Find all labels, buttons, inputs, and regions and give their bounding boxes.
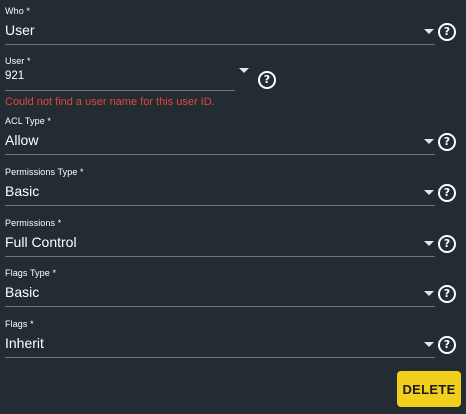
flags-field: Flags * Inherit <box>5 318 435 358</box>
user-error-message: Could not find a user name for this user… <box>5 96 215 108</box>
acl-type-value: Allow <box>5 132 39 148</box>
permissions-type-select[interactable]: Basic <box>5 181 435 206</box>
permissions-type-value: Basic <box>5 183 40 199</box>
acl-type-field: ACL Type * Allow <box>5 115 435 155</box>
chevron-down-icon <box>424 241 434 246</box>
help-icon[interactable]: ? <box>258 71 276 89</box>
chevron-down-icon <box>424 190 434 195</box>
user-label: User * <box>5 56 31 66</box>
permissions-select[interactable]: Full Control <box>5 232 435 257</box>
chevron-down-icon <box>424 139 434 144</box>
chevron-down-icon <box>424 342 434 347</box>
flags-type-select[interactable]: Basic <box>5 282 435 307</box>
chevron-down-icon[interactable] <box>239 68 249 73</box>
user-input-value: 921 <box>5 70 25 82</box>
chevron-down-icon <box>424 29 434 34</box>
flags-select[interactable]: Inherit <box>5 333 435 358</box>
permissions-type-label: Permissions Type * <box>5 167 84 177</box>
help-icon[interactable]: ? <box>438 235 456 253</box>
permissions-value: Full Control <box>5 234 77 250</box>
help-icon[interactable]: ? <box>438 23 456 41</box>
flags-value: Inherit <box>5 335 44 351</box>
flags-type-value: Basic <box>5 284 40 300</box>
who-label: Who * <box>5 6 31 16</box>
help-icon[interactable]: ? <box>438 184 456 202</box>
acl-type-label: ACL Type * <box>5 116 52 126</box>
permissions-field: Permissions * Full Control <box>5 217 435 257</box>
chevron-down-icon <box>424 291 434 296</box>
help-icon[interactable]: ? <box>438 133 456 151</box>
delete-button[interactable]: DELETE <box>397 371 461 407</box>
flags-type-label: Flags Type * <box>5 268 57 278</box>
permissions-label: Permissions * <box>5 218 62 228</box>
user-input[interactable]: 921 <box>5 68 235 91</box>
who-value: User <box>5 22 35 38</box>
permissions-type-field: Permissions Type * Basic <box>5 166 435 206</box>
user-field: User * 921 <box>5 55 235 95</box>
who-select[interactable]: User <box>5 20 435 45</box>
flags-type-field: Flags Type * Basic <box>5 267 435 307</box>
help-icon[interactable]: ? <box>438 285 456 303</box>
flags-label: Flags * <box>5 319 34 329</box>
who-field: Who * User <box>5 5 435 45</box>
acl-type-select[interactable]: Allow <box>5 130 435 155</box>
help-icon[interactable]: ? <box>438 336 456 354</box>
